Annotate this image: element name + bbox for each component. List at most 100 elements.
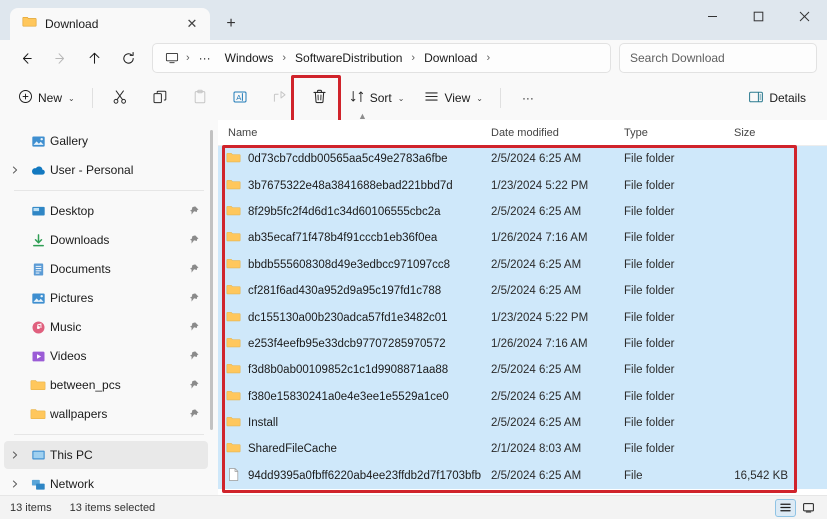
this-pc-icon[interactable] — [161, 51, 183, 65]
copy-button[interactable] — [141, 82, 179, 114]
sidebar-item-videos[interactable]: Videos — [4, 342, 208, 370]
tab-download[interactable]: Download ✕ — [10, 8, 210, 40]
file-name-cell[interactable]: cf281f6ad430a952d9a95c197fd1c788 — [218, 282, 483, 300]
pin-icon[interactable] — [186, 292, 202, 304]
pin-icon[interactable] — [186, 321, 202, 333]
file-name-label: 8f29b5fc2f4d6d1c34d60106555cbc2a — [248, 205, 441, 218]
file-name-cell[interactable]: f380e15830241a0e4e3ee1e5529a1ce0 — [218, 388, 483, 406]
new-tab-button[interactable]: + — [216, 9, 246, 39]
sidebar-item-pictures[interactable]: Pictures — [4, 284, 208, 312]
sidebar-item-label: Documents — [50, 262, 111, 276]
scissors-icon — [112, 89, 128, 108]
chevron-right-icon[interactable] — [4, 480, 26, 488]
close-icon[interactable]: ✕ — [182, 14, 202, 34]
breadcrumb-overflow[interactable]: ··· — [193, 48, 217, 68]
file-name-cell[interactable]: f3d8b0ab00109852c1c1d9908871aa88 — [218, 361, 483, 379]
table-row[interactable]: f380e15830241a0e4e3ee1e5529a1ce0 2/5/2024… — [218, 383, 827, 410]
file-name-cell[interactable]: bbdb555608308d49e3edbcc971097cc8 — [218, 256, 483, 274]
file-name-cell[interactable]: 0d73cb7cddb00565aa5c49e2783a6fbe — [218, 150, 483, 168]
cut-button[interactable] — [101, 82, 139, 114]
chevron-right-icon: › — [411, 52, 416, 64]
details-view-button[interactable] — [775, 498, 796, 517]
sidebar-item-gallery[interactable]: Gallery — [4, 127, 208, 155]
breadcrumb-item-windows[interactable]: Windows — [219, 48, 280, 68]
sidebar-item-user-personal[interactable]: User - Personal — [4, 156, 208, 184]
date-modified-cell: 1/23/2024 5:22 PM — [491, 179, 589, 192]
file-name-cell[interactable]: 94dd9395a0fbff6220ab4ee23ffdb2d7f1703bfb — [218, 467, 483, 485]
plus-circle-icon — [18, 89, 33, 107]
table-row[interactable]: f3d8b0ab00109852c1c1d9908871aa88 2/5/2024… — [218, 357, 827, 384]
table-row[interactable]: bbdb555608308d49e3edbcc971097cc8 2/5/2024… — [218, 251, 827, 278]
sidebar-item-between-pcs[interactable]: between_pcs — [4, 371, 208, 399]
type-cell: File folder — [624, 417, 675, 430]
file-name-cell[interactable]: Install — [218, 414, 483, 432]
pin-icon[interactable] — [186, 205, 202, 217]
more-options-button[interactable]: ··· — [509, 82, 547, 114]
pin-icon[interactable] — [186, 350, 202, 362]
share-button[interactable] — [261, 82, 299, 114]
sidebar-item-wallpapers[interactable]: wallpapers — [4, 400, 208, 428]
refresh-button[interactable] — [112, 43, 144, 73]
file-name-cell[interactable]: dc155130a00b230adca57fd1e3482c01 — [218, 309, 483, 327]
pin-icon[interactable] — [186, 408, 202, 420]
search-input[interactable]: Search Download — [619, 43, 817, 73]
pin-icon[interactable] — [186, 263, 202, 275]
column-header-size[interactable]: Size — [726, 127, 802, 139]
table-row[interactable]: dc155130a00b230adca57fd1e3482c01 1/23/202… — [218, 304, 827, 331]
date-modified-cell: 2/5/2024 6:25 AM — [491, 258, 582, 271]
new-button[interactable]: New ⌄ — [12, 82, 84, 114]
breadcrumb-item-softwaredistribution[interactable]: SoftwareDistribution — [289, 48, 408, 68]
table-row[interactable]: 8f29b5fc2f4d6d1c34d60106555cbc2a 2/5/2024… — [218, 198, 827, 226]
maximize-button[interactable] — [735, 0, 781, 32]
column-header-date-modified[interactable]: Date modified — [483, 127, 616, 139]
breadcrumb[interactable]: › ··· Windows › SoftwareDistribution › D… — [152, 43, 611, 73]
sidebar-item-downloads[interactable]: Downloads — [4, 226, 208, 254]
column-header-name[interactable]: Name — [218, 127, 483, 139]
file-name-cell[interactable]: 3b7675322e48a3841688ebad221bbd7d — [218, 177, 483, 195]
table-row[interactable]: 0d73cb7cddb00565aa5c49e2783a6fbe 2/5/2024… — [218, 146, 827, 173]
sidebar-item-desktop[interactable]: Desktop — [4, 197, 208, 225]
table-row[interactable]: 94dd9395a0fbff6220ab4ee23ffdb2d7f1703bfb… — [218, 462, 827, 490]
table-row[interactable]: 3b7675322e48a3841688ebad221bbd7d 1/23/202… — [218, 172, 827, 199]
file-name-cell[interactable]: 8f29b5fc2f4d6d1c34d60106555cbc2a — [218, 203, 483, 221]
up-button[interactable] — [78, 43, 110, 73]
sidebar-item-label: Gallery — [50, 134, 89, 148]
pin-icon[interactable] — [186, 379, 202, 391]
close-button[interactable] — [781, 0, 827, 32]
file-name-cell[interactable]: e253f4eefb95e33dcb97707285970572 — [218, 335, 483, 353]
sidebar-item-this-pc[interactable]: This PC — [4, 441, 208, 469]
file-name-cell[interactable]: SharedFileCache — [218, 440, 483, 458]
breadcrumb-item-download[interactable]: Download — [418, 48, 483, 68]
minimize-button[interactable] — [689, 0, 735, 32]
sidebar-item-network[interactable]: Network — [4, 470, 208, 495]
folder-icon — [226, 282, 241, 300]
paste-button[interactable] — [181, 82, 219, 114]
table-row[interactable]: Install 2/5/2024 6:25 AM File folder — [218, 409, 827, 437]
details-pane-button[interactable]: Details — [739, 82, 815, 114]
delete-button[interactable] — [301, 82, 339, 114]
file-name-cell[interactable]: ab35ecaf71f478b4f91cccb1eb36f0ea — [218, 229, 483, 247]
chevron-right-icon: › — [186, 52, 190, 64]
large-icons-view-button[interactable] — [798, 499, 819, 517]
chevron-right-icon[interactable] — [4, 451, 26, 459]
file-name-label: bbdb555608308d49e3edbcc971097cc8 — [248, 258, 451, 271]
view-button[interactable]: View ⌄ — [415, 82, 492, 114]
sort-button[interactable]: Sort ⌄ — [341, 82, 414, 114]
chevron-right-icon[interactable] — [4, 166, 26, 174]
forward-button[interactable] — [44, 43, 76, 73]
pin-icon[interactable] — [186, 234, 202, 246]
table-row[interactable]: SharedFileCache 2/1/2024 8:03 AM File fold… — [218, 436, 827, 463]
rename-button[interactable]: A — [221, 82, 259, 114]
file-name-label: 0d73cb7cddb00565aa5c49e2783a6fbe — [248, 153, 448, 166]
table-row[interactable]: ab35ecaf71f478b4f91cccb1eb36f0ea 1/26/202… — [218, 225, 827, 252]
table-row[interactable]: e253f4eefb95e33dcb97707285970572 1/26/202… — [218, 330, 827, 358]
column-header-type[interactable]: Type — [616, 127, 726, 139]
selected-count-label: 13 items selected — [69, 501, 156, 514]
sidebar-item-music[interactable]: Music — [4, 313, 208, 341]
sidebar-item-label: between_pcs — [50, 378, 121, 392]
sidebar-item-documents[interactable]: Documents — [4, 255, 208, 283]
file-name-label: 94dd9395a0fbff6220ab4ee23ffdb2d7f1703bfb — [248, 469, 482, 482]
back-button[interactable] — [10, 43, 42, 73]
table-row[interactable]: cf281f6ad430a952d9a95c197fd1c788 2/5/2024… — [218, 277, 827, 305]
sidebar-scrollbar[interactable] — [210, 130, 213, 430]
